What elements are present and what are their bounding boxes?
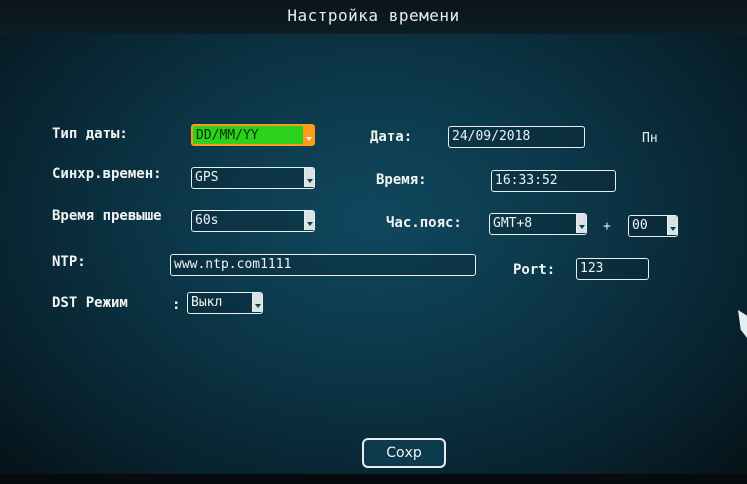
timeout-label: Время превыше [52,208,162,224]
time-input[interactable]: 16:33:52 [491,170,616,192]
dst-mode-label: DST Режим [52,295,128,311]
dst-colon: : [172,297,181,313]
time-sync-value: GPS [195,170,219,185]
timezone-select[interactable]: GMT+8 [489,213,587,235]
title-bar: Настройка времени [0,0,747,34]
edge-cursor-icon [738,310,747,338]
date-type-label: Тип даты: [52,126,128,142]
timezone-value: GMT+8 [493,216,533,231]
dropdown-arrow-icon[interactable] [252,293,262,312]
save-button[interactable]: Сохр [362,438,446,468]
timeout-value: 60s [195,213,219,228]
ntp-server-input[interactable]: www.ntp.com1111 [170,254,476,276]
port-label: Port: [513,262,556,278]
dropdown-arrow-icon[interactable] [304,211,314,230]
time-sync-label: Синхр.времен: [52,166,162,182]
timezone-offset-select[interactable]: 00 [628,215,678,237]
timezone-label: Час.пояс: [386,215,462,231]
port-input[interactable]: 123 [576,258,649,280]
time-sync-select[interactable]: GPS [191,167,315,189]
dst-mode-value: Выкл [191,295,223,310]
timezone-offset-value: 00 [632,218,648,233]
window-title: Настройка времени [287,6,460,25]
date-type-select[interactable]: DD/MM/YY [191,124,315,146]
dropdown-arrow-icon[interactable] [576,214,586,233]
ntp-label: NTP: [52,254,86,270]
dst-mode-select[interactable]: Выкл [187,292,263,314]
bottom-bezel [0,474,747,484]
timeout-select[interactable]: 60s [191,210,315,232]
date-input[interactable]: 24/09/2018 [448,126,585,148]
dropdown-arrow-icon[interactable] [303,126,313,144]
dropdown-arrow-icon[interactable] [667,216,677,235]
dropdown-arrow-icon[interactable] [304,168,314,187]
timezone-sign: + [603,219,611,234]
date-type-value: DD/MM/YY [196,128,259,143]
time-settings-screen: Настройка времени Тип даты: DD/MM/YY Дат… [0,0,747,484]
time-label: Время: [376,172,427,188]
weekday-text: Пн [642,131,658,146]
date-label: Дата: [370,129,413,145]
